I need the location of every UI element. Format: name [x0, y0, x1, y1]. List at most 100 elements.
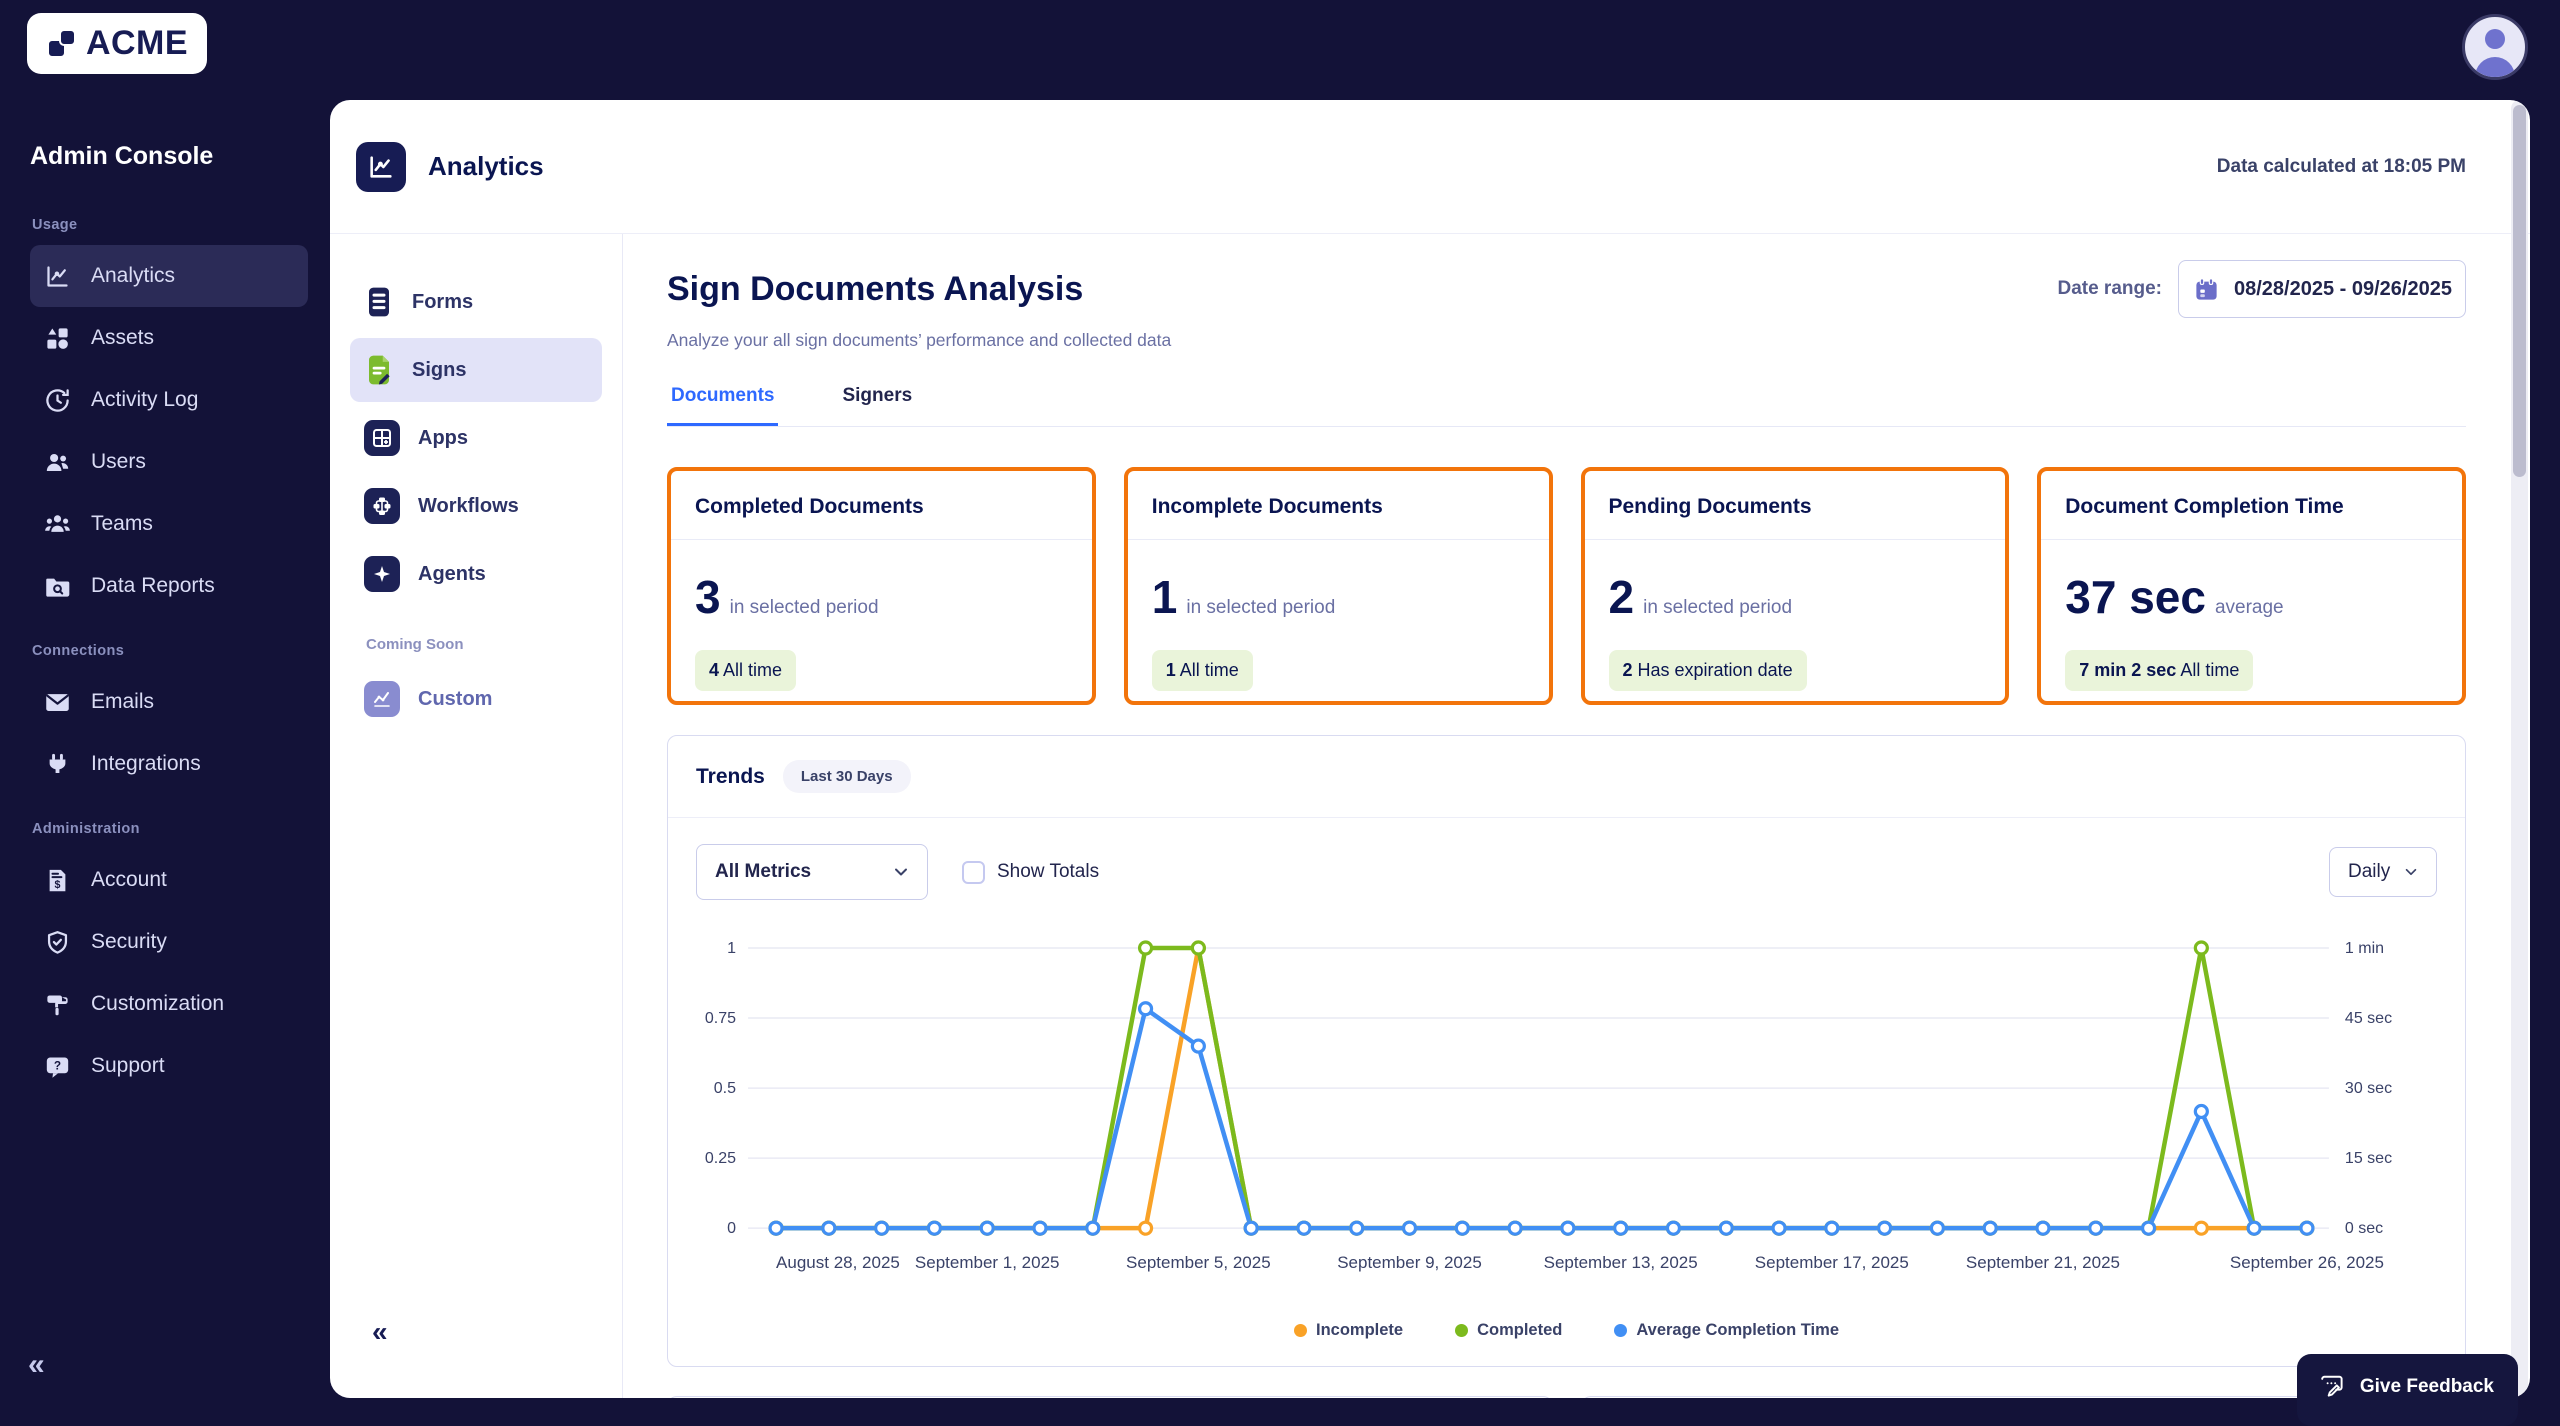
subnav-item-workflows[interactable]: Workflows [350, 474, 602, 538]
svg-text:September 17, 2025: September 17, 2025 [1755, 1253, 1909, 1272]
teams-icon [44, 511, 71, 538]
chart-legend: Incomplete Completed Average Completion Ti… [668, 1313, 2465, 1366]
sidebar-item-support[interactable]: ? Support [30, 1035, 308, 1097]
user-avatar[interactable] [2462, 14, 2528, 80]
documents-signers-tabs: Documents Signers [667, 385, 2466, 427]
sidebar-item-security[interactable]: Security [30, 911, 308, 973]
svg-text:0 sec: 0 sec [2345, 1220, 2383, 1237]
svg-text:?: ? [54, 1058, 61, 1072]
brand-logo-text: ACME [85, 24, 189, 62]
paint-roller-icon [44, 991, 71, 1018]
sidebar-item-label: Data Reports [91, 574, 215, 597]
sidebar-item-label: Analytics [91, 264, 176, 287]
sidebar-item-label: Assets [91, 326, 155, 349]
legend-item[interactable]: Average Completion Time [1614, 1321, 1839, 1340]
svg-text:30 sec: 30 sec [2345, 1080, 2392, 1097]
show-totals-checkbox[interactable] [962, 860, 985, 884]
help-bubble-icon: ? [44, 1053, 71, 1080]
show-totals-toggle[interactable]: Show Totals [962, 860, 1099, 884]
subnav-item-apps[interactable]: Apps [350, 406, 602, 470]
legend-item[interactable]: Completed [1455, 1321, 1562, 1340]
panel-scrollbar[interactable] [2511, 100, 2528, 1398]
metrics-select[interactable]: All Metrics [696, 844, 928, 900]
stat-value-suffix: average [2214, 597, 2284, 618]
legend-dot-icon [1614, 1324, 1628, 1338]
sidebar-item-label: Account [91, 868, 167, 891]
sidebar-collapse-button[interactable]: « [28, 1350, 45, 1380]
sidebar-item-label: Integrations [91, 752, 201, 775]
sidebar-item-users[interactable]: Users [30, 431, 308, 493]
sidebar-item-label: Teams [91, 512, 153, 535]
svg-text:15 sec: 15 sec [2345, 1150, 2392, 1167]
stat-card-title: Document Completion Time [2041, 471, 2462, 540]
invoice-icon: $ [44, 867, 71, 894]
sidebar-item-teams[interactable]: Teams [30, 493, 308, 555]
panel-header: Analytics Data calculated at 18:05 PM [330, 100, 2530, 234]
trends-range-pill: Last 30 Days [782, 760, 911, 793]
stat-value: 2 [1608, 571, 1635, 623]
subnav-item-label: Agents [418, 562, 486, 585]
give-feedback-button[interactable]: Give Feedback [2296, 1354, 2518, 1426]
stat-card-title: Incomplete Documents [1127, 471, 1549, 540]
stat-card-completion-time: Document Completion Time 37 sec average 7… [2037, 467, 2466, 705]
subnav-collapse-button[interactable]: « [372, 1318, 388, 1346]
legend-label: Average Completion Time [1636, 1321, 1839, 1340]
stat-badge: 7 min 2 sec All time [2065, 650, 2254, 691]
subnav-item-forms[interactable]: Forms [350, 270, 602, 334]
sparkle-icon [364, 556, 400, 592]
panel-title: Analytics [428, 151, 544, 181]
sidebar-item-activity-log[interactable]: Activity Log [30, 369, 308, 431]
shapes-grid-icon [44, 325, 71, 352]
subnav-item-agents[interactable]: Agents [350, 542, 602, 606]
trends-chart: 0 0 sec 0.25 15 sec 0.5 30 sec 0.75 45 sec 1 1 mi… [668, 910, 2465, 1313]
stat-card-title: Completed Documents [671, 471, 1092, 540]
stat-card-incomplete-documents: Incomplete Documents 1 in selected period… [1123, 467, 1553, 705]
svg-text:August 28, 2025: August 28, 2025 [776, 1253, 900, 1272]
sidebar-item-account[interactable]: $ Account [30, 849, 308, 911]
sidebar-item-customization[interactable]: Customization [30, 973, 308, 1035]
legend-item[interactable]: Incomplete [1293, 1321, 1404, 1340]
sidebar-item-assets[interactable]: Assets [30, 307, 308, 369]
feedback-chat-pencil-icon [2319, 1373, 2347, 1401]
date-range-label: Date range: [2057, 278, 2162, 299]
date-range-picker[interactable]: 08/28/2025 - 09/26/2025 [2178, 260, 2466, 318]
legend-label: Completed [1477, 1321, 1563, 1340]
sidebar-item-data-reports[interactable]: Data Reports [30, 555, 308, 617]
content-area: Sign Documents Analysis Date range: 08/2… [623, 234, 2530, 1398]
legend-label: Incomplete [1315, 1321, 1404, 1340]
sidebar-title: Admin Console [30, 142, 214, 170]
users-icon [44, 449, 71, 476]
panel-scrollbar-thumb[interactable] [2513, 105, 2526, 477]
svg-text:0: 0 [727, 1220, 736, 1237]
tab-signers[interactable]: Signers [838, 385, 916, 426]
sign-doc-icon [364, 353, 394, 387]
custom-chart-icon [364, 681, 400, 717]
svg-text:September 1, 2025: September 1, 2025 [915, 1253, 1060, 1272]
metrics-select-value: All Metrics [715, 861, 812, 882]
subnav-section-coming-soon: Coming Soon [366, 636, 464, 653]
sidebar-section-administration: Administration [32, 821, 140, 837]
legend-dot-icon [1293, 1324, 1307, 1338]
interval-select[interactable]: Daily [2329, 847, 2437, 897]
subnav-item-signs[interactable]: Signs [350, 338, 602, 402]
brand-logo-icon [46, 28, 77, 59]
tab-documents[interactable]: Documents [667, 385, 779, 426]
brand-logo[interactable]: ACME [27, 13, 207, 74]
stat-value: 1 [1151, 571, 1178, 623]
chevron-down-icon [893, 864, 909, 880]
below-fold-cards [667, 1396, 2466, 1398]
svg-text:September 26, 2025: September 26, 2025 [2230, 1253, 2384, 1272]
subnav-item-label: Apps [418, 426, 468, 449]
sidebar-item-integrations[interactable]: Integrations [30, 733, 308, 795]
sidebar-item-label: Emails [91, 690, 155, 713]
form-doc-icon [364, 285, 394, 319]
svg-text:0.75: 0.75 [705, 1010, 736, 1027]
history-clock-icon [44, 387, 71, 414]
sidebar-item-analytics[interactable]: Analytics [30, 245, 308, 307]
sidebar-item-emails[interactable]: Emails [30, 671, 308, 733]
svg-text:45 sec: 45 sec [2345, 1010, 2392, 1027]
person-icon [2465, 17, 2525, 77]
plug-icon [44, 751, 71, 778]
svg-text:0.5: 0.5 [714, 1080, 736, 1097]
subnav-item-custom[interactable]: Custom [350, 667, 602, 731]
